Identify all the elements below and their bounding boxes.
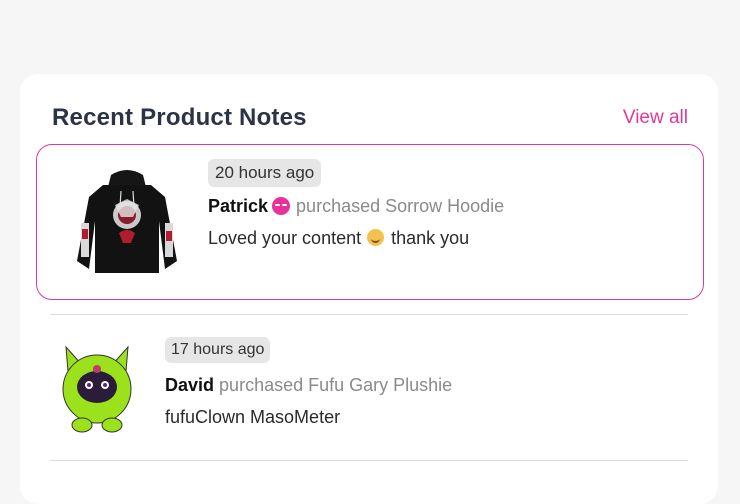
note-message: Loved your content thank you xyxy=(208,227,469,249)
card-header: Recent Product Notes View all xyxy=(52,104,688,138)
black-hoodie-image xyxy=(77,170,177,273)
note-message: fufuClown MasoMeter xyxy=(165,407,341,427)
blushing-face-emoji-icon xyxy=(272,197,291,215)
view-all-link[interactable]: View all xyxy=(623,107,688,129)
divider xyxy=(50,460,688,461)
time-badge: 20 hours ago xyxy=(208,159,322,187)
time-badge: 17 hours ago xyxy=(165,337,271,363)
note-item-patrick[interactable]: 20 hours ago Patrick purchased Sorrow Hoo… xyxy=(36,144,704,300)
green-cat-plushie-image xyxy=(62,345,132,433)
purchase-text: purchased Sorrow Hoodie xyxy=(296,196,505,216)
note-purchase-line: David purchased Fufu Gary Plushie xyxy=(165,374,452,396)
smiling-face-emoji-icon xyxy=(367,229,385,246)
note-item-david[interactable]: 17 hours ago David purchased Fufu Gary P… xyxy=(50,314,688,462)
message-text-part2: thank you xyxy=(391,228,470,248)
card-title: Recent Product Notes xyxy=(52,104,307,131)
note-purchase-line: Patrick purchased Sorrow Hoodie xyxy=(208,195,504,217)
recent-notes-card: Recent Product Notes View all 20 hours a… xyxy=(20,74,718,504)
customer-name[interactable]: David xyxy=(165,375,214,395)
message-text-part1: Loved your content xyxy=(208,228,362,248)
customer-name[interactable]: Patrick xyxy=(208,196,268,216)
purchase-text: purchased Fufu Gary Plushie xyxy=(219,375,453,395)
